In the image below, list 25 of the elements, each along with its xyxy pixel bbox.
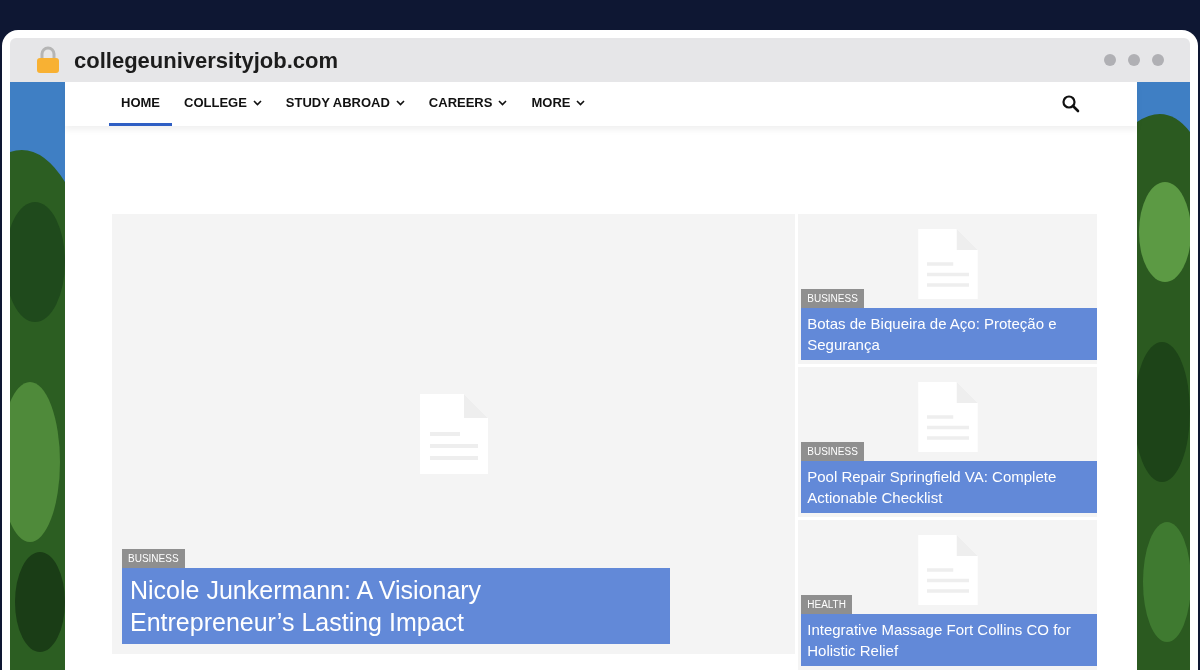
nav-tab[interactable]: HOME [109, 82, 172, 126]
caret-icon [576, 99, 586, 106]
category-tag[interactable]: BUSINESS [801, 289, 864, 308]
nav-tab[interactable]: STUDY ABROAD [273, 82, 417, 126]
post-title[interactable]: Nicole Junkermann: A Visionary Entrepreneur’s Lasting Impact [122, 568, 670, 644]
caret-icon [252, 99, 262, 106]
post-title[interactable]: Botas de Biqueira de Aço: Proteção e Segurança [801, 308, 1097, 360]
post-title[interactable]: Pool Repair Springfield VA: Complete Actionable Checklist [801, 461, 1097, 513]
category-tag[interactable]: BUSINESS [122, 549, 185, 568]
post-card[interactable]: BUSINESS Pool Repair Springfield VA: Complete Actionable Checklist [798, 367, 1097, 517]
post-card[interactable]: BUSINESS Botas de Biqueira de Aço: Proteção e Segurança [798, 214, 1097, 364]
caret-icon [498, 99, 508, 106]
lock-icon [36, 46, 60, 74]
featured-card[interactable]: BUSINESS Nicole Junkermann: A Visionary Entrepreneur’s Lasting Impact [112, 214, 796, 654]
category-tag[interactable]: HEALTH [801, 595, 852, 614]
caret-icon [395, 99, 405, 106]
nav-tab[interactable]: CAREERS [416, 82, 520, 126]
post-card[interactable]: HEALTH Integrative Massage Fort Collins CO for Holistic Relief [798, 520, 1097, 670]
category-tag[interactable]: BUSINESS [801, 442, 864, 461]
site-address: collegeuniversityjob.com [74, 46, 339, 75]
nav-tab[interactable]: COLLEGE [172, 82, 274, 126]
post-title[interactable]: Integrative Massage Fort Collins CO for Holistic Relief [801, 614, 1097, 666]
nav-tab[interactable]: MORE [519, 82, 598, 126]
search-icon[interactable] [1061, 94, 1081, 114]
address-bar[interactable]: collegeuniversityjob.com [10, 38, 1190, 82]
